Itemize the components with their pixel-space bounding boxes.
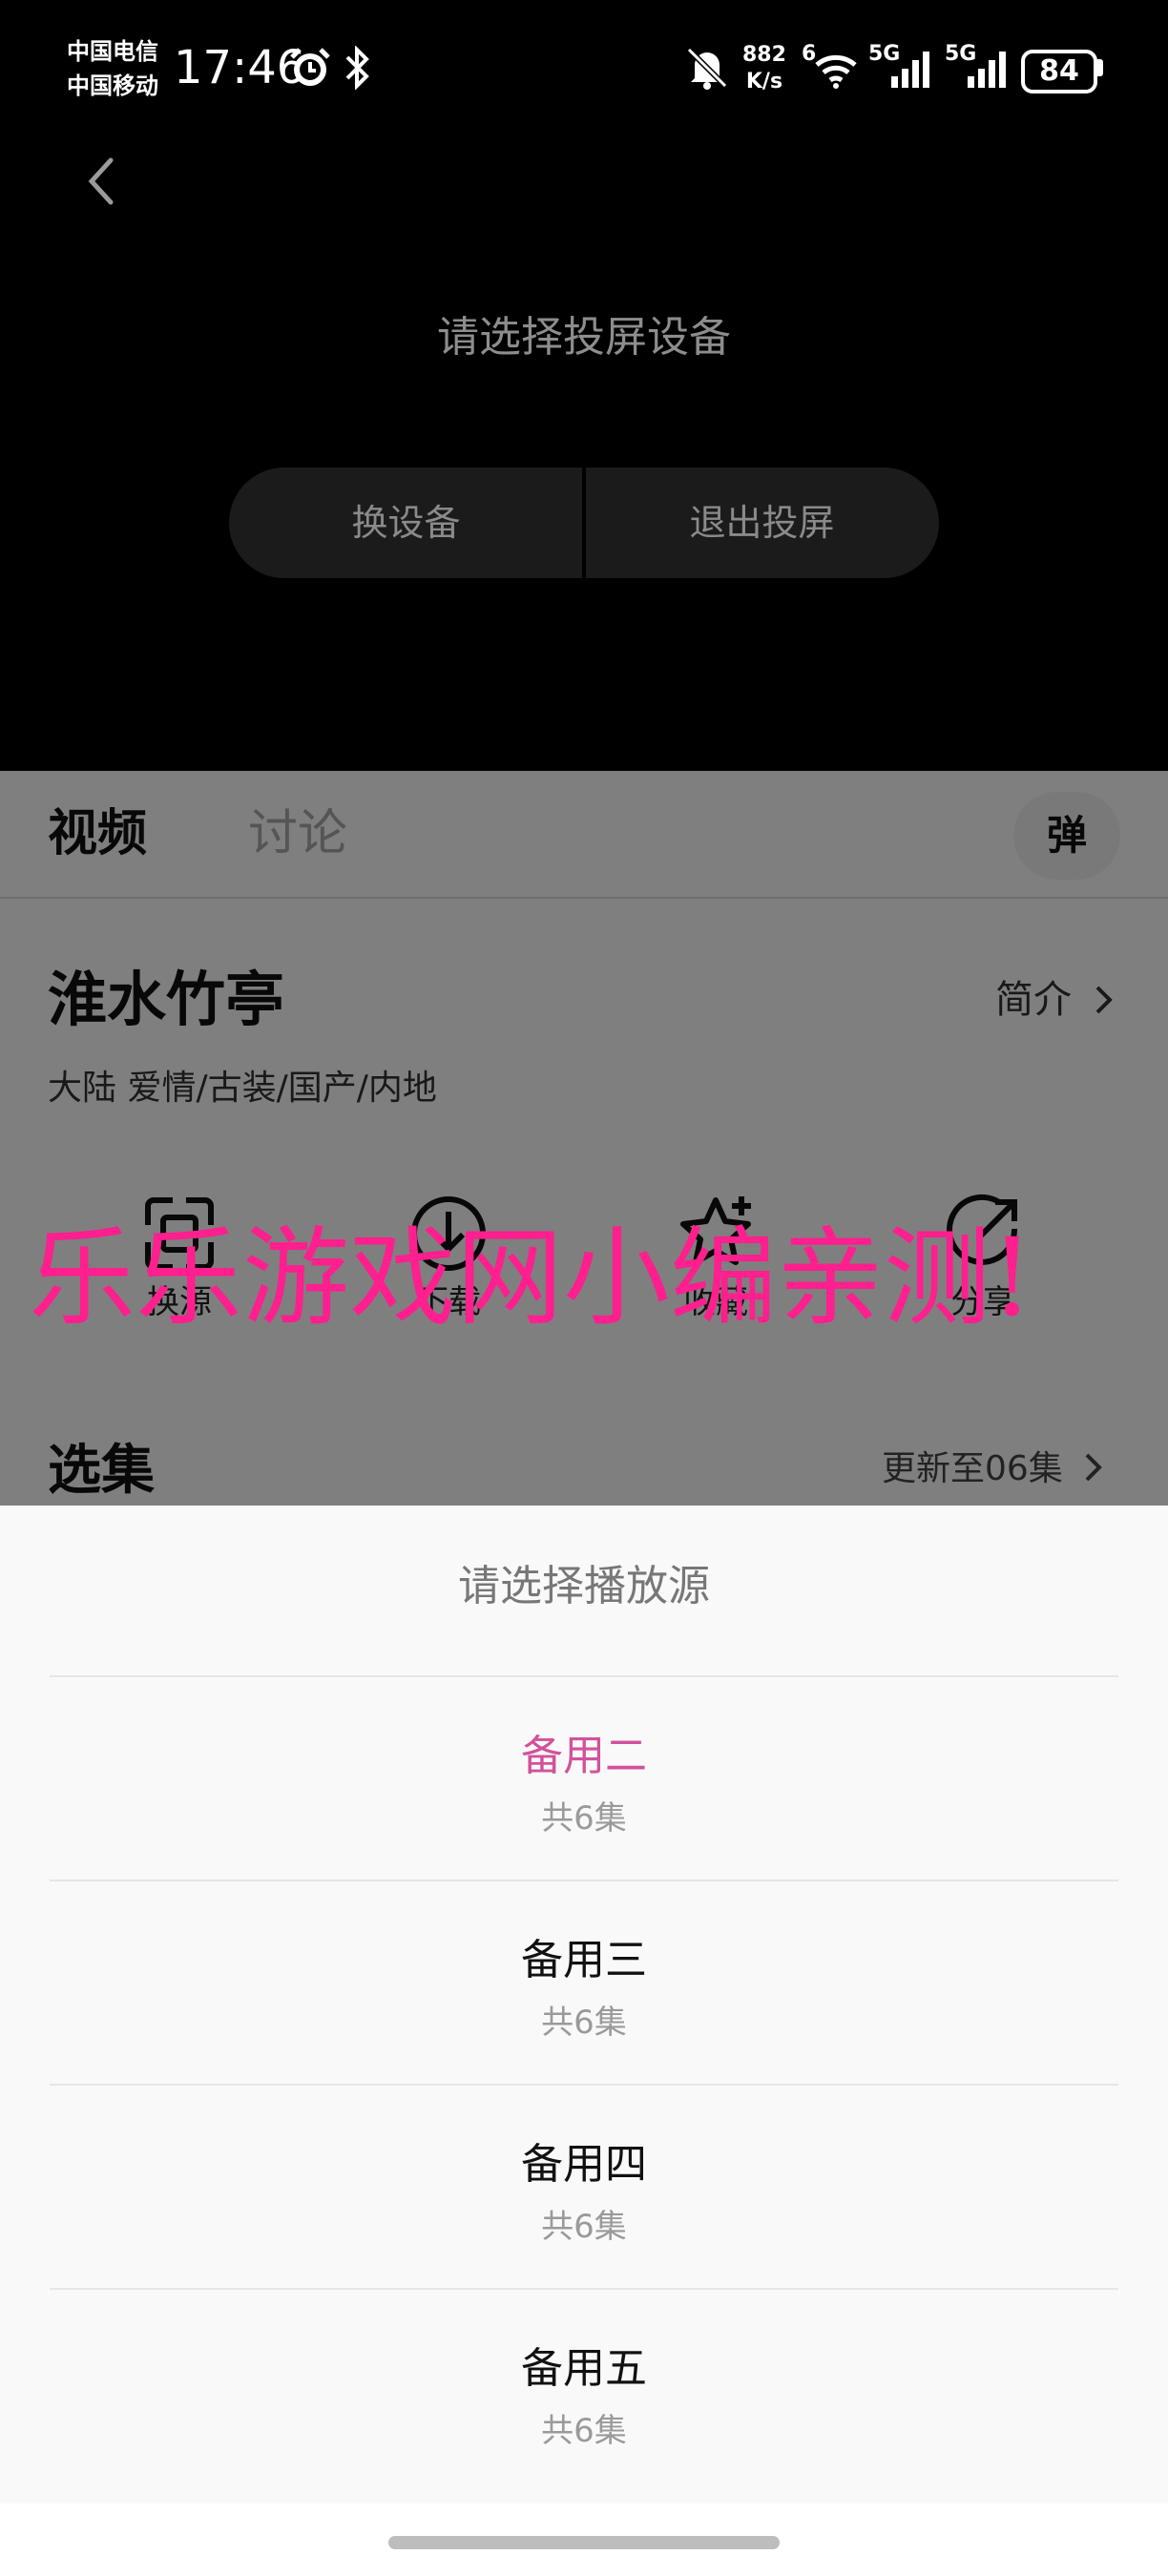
mute-icon bbox=[685, 46, 729, 93]
change-device-button[interactable]: 换设备 bbox=[229, 467, 583, 578]
signal-icon-2 bbox=[966, 48, 1012, 92]
watermark-text: 乐乐游戏网小编亲测! bbox=[29, 1216, 1034, 1340]
source-count: 共6集 bbox=[541, 1799, 627, 1838]
source-option[interactable]: 备用四 共6集 bbox=[0, 2086, 1168, 2290]
back-button[interactable] bbox=[76, 153, 134, 210]
cast-controls: 换设备 退出投屏 bbox=[229, 467, 939, 578]
alarm-icon bbox=[288, 46, 332, 93]
source-picker-sheet: 请选择播放源 备用二 共6集 备用三 共6集 备用四 共6集 备用五 共6集 bbox=[0, 1506, 1168, 2503]
source-option[interactable]: 备用五 共6集 bbox=[0, 2290, 1168, 2494]
status-time: 17:46 bbox=[174, 41, 306, 94]
home-indicator[interactable] bbox=[388, 2536, 780, 2549]
cast-title: 请选择投屏设备 bbox=[437, 313, 731, 362]
source-count: 共6集 bbox=[541, 2004, 627, 2042]
source-name: 备用五 bbox=[521, 2344, 647, 2393]
chevron-left-icon bbox=[88, 157, 114, 205]
source-option[interactable]: 备用三 共6集 bbox=[0, 1881, 1168, 2086]
source-count: 共6集 bbox=[541, 2208, 627, 2246]
source-name: 备用二 bbox=[521, 1732, 647, 1780]
battery-icon: 84 bbox=[1021, 50, 1097, 93]
wifi-icon bbox=[813, 52, 859, 93]
bluetooth-icon bbox=[342, 45, 374, 93]
dim-overlay[interactable] bbox=[0, 771, 1168, 1507]
source-name: 备用三 bbox=[521, 1936, 647, 1984]
carrier-2: 中国移动 bbox=[67, 73, 158, 99]
source-name: 备用四 bbox=[521, 2140, 647, 2189]
carrier-labels: 中国电信 中国移动 bbox=[67, 34, 158, 103]
signal-icon bbox=[889, 48, 935, 92]
status-bar: 中国电信 中国移动 17:46 882 K/s 6 5G 5G 84 bbox=[0, 0, 1168, 134]
carrier-1: 中国电信 bbox=[67, 38, 158, 65]
battery-tip bbox=[1097, 59, 1103, 76]
source-option[interactable]: 备用二 共6集 bbox=[0, 1677, 1168, 1881]
exit-cast-button[interactable]: 退出投屏 bbox=[585, 467, 939, 578]
sheet-title: 请选择播放源 bbox=[458, 1562, 710, 1610]
net-speed: 882 K/s bbox=[742, 43, 786, 93]
source-count: 共6集 bbox=[541, 2412, 627, 2450]
gesture-bar bbox=[0, 2503, 1168, 2576]
